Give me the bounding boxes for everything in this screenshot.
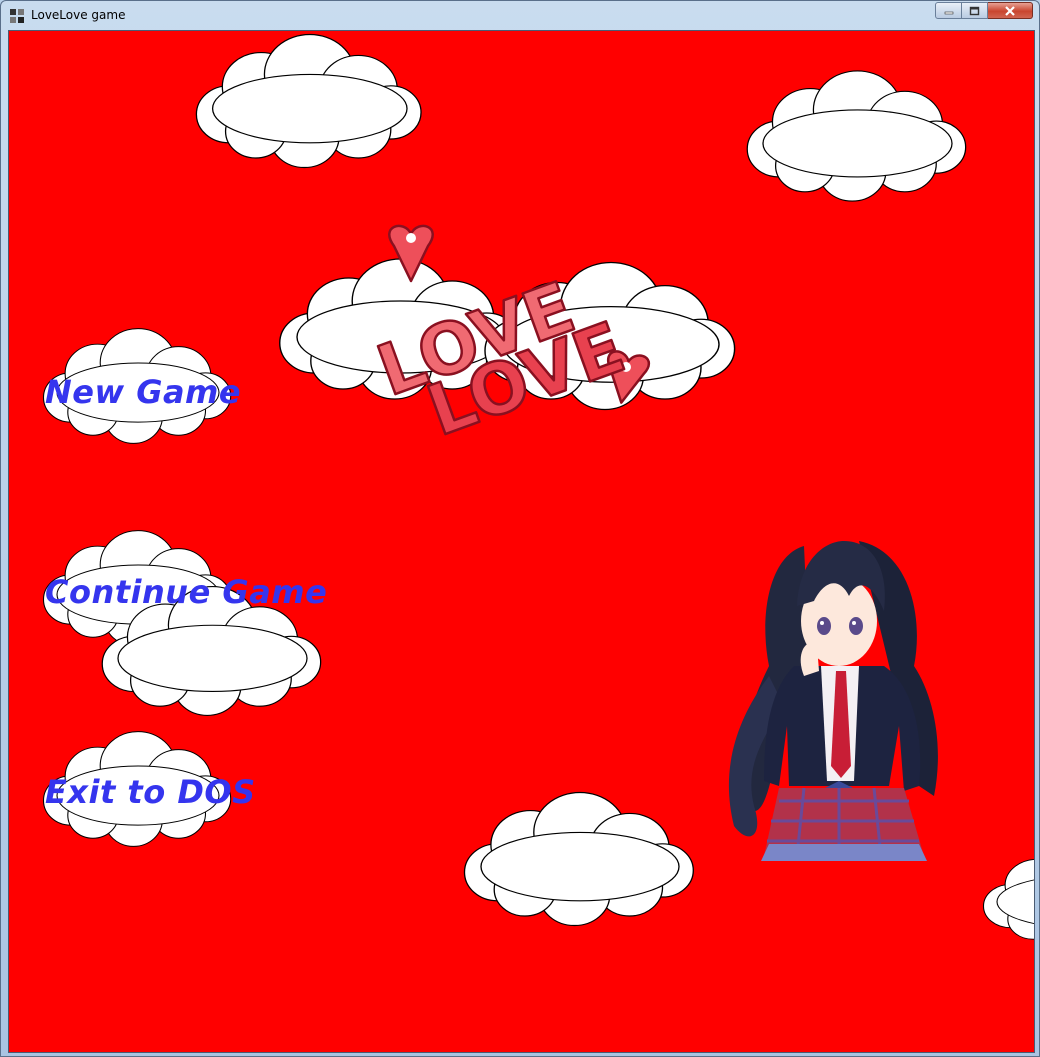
- close-button[interactable]: [988, 2, 1033, 19]
- maximize-icon: [969, 6, 980, 15]
- cloud: [195, 33, 422, 169]
- cloud: [463, 791, 694, 927]
- maximize-button[interactable]: [962, 2, 988, 19]
- game-canvas: LOVE LOVE New Game Continue Game Exit to…: [8, 30, 1035, 1053]
- continue-game-button[interactable]: Continue Game: [45, 573, 327, 611]
- minimize-button[interactable]: [935, 2, 962, 19]
- cloud: [982, 845, 1034, 947]
- window-controls: [935, 2, 1033, 20]
- character-illustration: [728, 541, 938, 861]
- game-logo: LOVE LOVE: [366, 224, 651, 453]
- exit-to-dos-button[interactable]: Exit to DOS: [45, 773, 256, 811]
- cloud: [746, 70, 967, 202]
- window-title: LoveLove game: [31, 8, 126, 22]
- new-game-button[interactable]: New Game: [45, 373, 241, 411]
- app-window: LoveLove game LOVE LOVE New Game Continu…: [0, 0, 1040, 1057]
- title-bar[interactable]: LoveLove game: [1, 1, 1039, 29]
- minimize-icon: [944, 11, 953, 14]
- app-icon: [10, 9, 24, 23]
- close-icon: [1005, 5, 1015, 16]
